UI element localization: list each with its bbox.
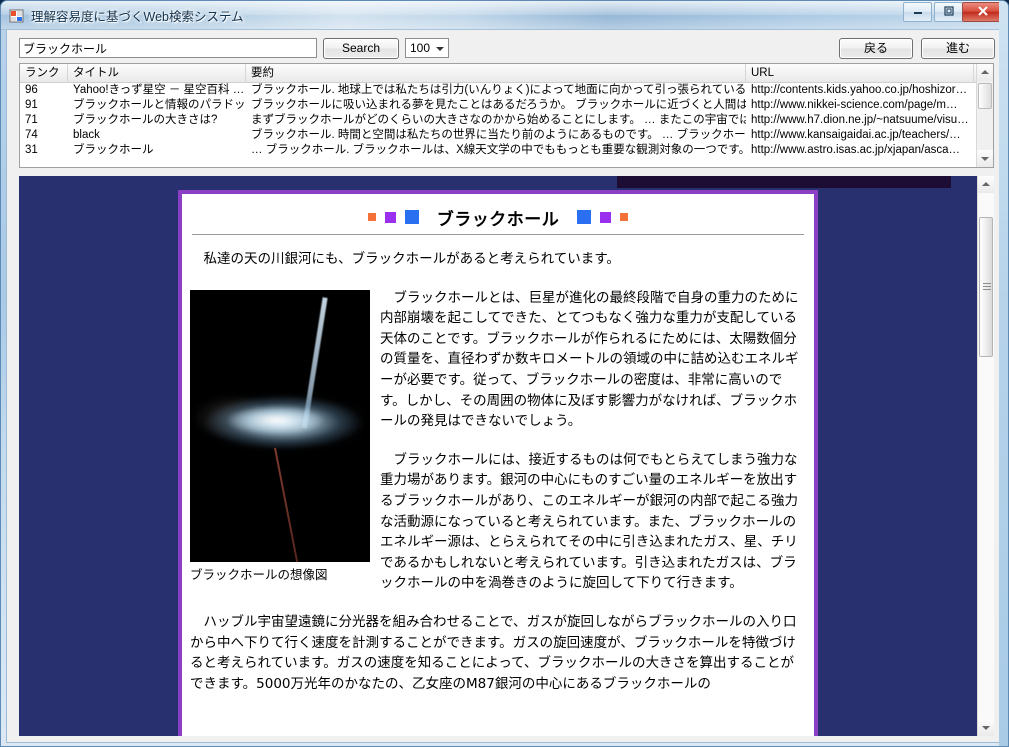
document-viewer[interactable]: ブラックホール 私達の天の川銀河にも、ブラックホールがあると考えられています。 [19, 176, 994, 736]
paragraph-1: 私達の天の川銀河にも、ブラックホールがあると考えられています。 [203, 251, 620, 267]
close-icon [963, 5, 1003, 20]
minimize-button[interactable] [903, 2, 932, 22]
black-hole-image [190, 289, 370, 562]
cell-rank: 71 [25, 114, 38, 126]
figure: ブラックホールの想像図 [190, 289, 370, 586]
cell-rank: 91 [25, 99, 38, 111]
title-bar[interactable]: 理解容易度に基づくWeb検索システム [1, 1, 1008, 30]
grid-scroll-down-button[interactable] [977, 150, 993, 167]
search-button[interactable]: Search [323, 38, 399, 59]
grid-scrollbar-thumb[interactable] [978, 83, 992, 109]
chevron-down-icon [436, 47, 444, 51]
cell-summary: ブラックホール. 地球上では私たちは引力(いんりょく)によって地面に向かって引っ… [251, 84, 746, 96]
table-row[interactable]: 96 Yahoo!きっず星空 － 星空百科 … ブラックホール. 地球上では私た… [20, 83, 993, 98]
table-row[interactable]: 71 ブラックホールの大きさは? まずブラックホールがどのくらいの大きさなのかか… [20, 113, 993, 128]
heading-divider [192, 234, 804, 235]
back-button[interactable]: 戻る [839, 38, 913, 59]
search-input[interactable] [19, 38, 317, 58]
scrollbar-grip-icon [983, 283, 991, 290]
figure-caption: ブラックホールの想像図 [190, 566, 328, 582]
cell-title: Yahoo!きっず星空 － 星空百科 … [73, 84, 245, 96]
page-title: ブラックホール [436, 209, 560, 230]
result-count-select[interactable]: 100 [405, 38, 449, 58]
viewer-scroll-down-button[interactable] [978, 719, 994, 736]
document-content: ブラックホール 私達の天の川銀河にも、ブラックホールがあると考えられています。 [182, 194, 814, 736]
viewer-scrollbar-thumb[interactable] [979, 217, 993, 357]
deco-square-orange-small-left [367, 213, 376, 221]
column-header-title[interactable]: タイトル [68, 64, 246, 83]
viewer-top-band [617, 176, 951, 188]
cell-url: http://contents.kids.yahoo.co.jp/hoshizo… [751, 84, 968, 96]
triangle-down-icon [982, 726, 990, 730]
cell-rank: 31 [25, 144, 38, 156]
deco-square-purple-medium-left [384, 211, 396, 223]
maximize-icon [935, 5, 962, 20]
app-window-icon [9, 8, 25, 24]
cell-url: http://www.h7.dion.ne.jp/~natsuume/visu… [751, 114, 969, 126]
column-header-summary[interactable]: 要約 [246, 64, 746, 83]
document-heading-row: ブラックホール [190, 200, 806, 234]
viewer-scroll-up-button[interactable] [978, 176, 994, 193]
application-window: 理解容易度に基づくWeb検索システム ブラックホール Search 100 戻る… [0, 0, 1009, 747]
deco-square-purple-medium-right [600, 211, 612, 223]
deco-square-orange-small-right [620, 213, 629, 221]
client-area: Search 100 戻る 進む ランク タイトル 要約 URL 96 Yaho… [6, 30, 1005, 743]
triangle-up-icon [981, 70, 989, 74]
viewer-vertical-scrollbar[interactable] [977, 176, 994, 736]
column-header-url[interactable]: URL [746, 64, 974, 83]
cell-url: http://www.kansaigaidai.ac.jp/teachers/… [751, 129, 961, 141]
table-row[interactable]: 91 ブラックホールと情報のパラドックス… ブラックホールに吸い込まれる夢を見た… [20, 98, 993, 113]
grid-vertical-scrollbar[interactable] [976, 64, 993, 167]
cell-title: ブラックホールの大きさは? [73, 114, 218, 126]
paragraph-4: ハッブル宇宙望遠鏡に分光器を組み合わせることで、ガスが旋回しながらブラックホール… [190, 613, 797, 692]
cell-url: http://www.astro.isas.ac.jp/xjapan/asca… [751, 144, 961, 156]
result-count-value: 100 [410, 41, 431, 55]
triangle-down-icon [981, 157, 989, 161]
table-row[interactable]: 74 black ブラックホール. 時間と空間は私たちの世界に当たり前のようにあ… [20, 128, 993, 143]
search-toolbar: Search 100 戻る 進む [7, 30, 1004, 63]
image-core-layer [218, 401, 338, 438]
cell-summary: … ブラックホール. ブラックホールは、X線天文学の中でももっとも重要な観測対象… [251, 144, 746, 156]
cell-title: ブラックホール [73, 144, 154, 156]
table-row[interactable]: 31 ブラックホール … ブラックホール. ブラックホールは、X線天文学の中でも… [20, 143, 993, 158]
minimize-icon [904, 5, 931, 20]
grid-body: 96 Yahoo!きっず星空 － 星空百科 … ブラックホール. 地球上では私た… [20, 83, 993, 167]
search-results-grid[interactable]: ランク タイトル 要約 URL 96 Yahoo!きっず星空 － 星空百科 … … [19, 63, 994, 168]
cell-title: ブラックホールと情報のパラドックス… [73, 99, 246, 111]
cell-summary: まずブラックホールがどのくらいの大きさなのかから始めることにします。 … またこ… [251, 114, 746, 126]
document-page: ブラックホール 私達の天の川銀河にも、ブラックホールがあると考えられています。 [178, 190, 818, 736]
cell-summary: ブラックホールに吸い込まれる夢を見たことはあるだろうか。 ブラックホールに近づく… [251, 99, 746, 111]
deco-square-blue-large-left [404, 210, 419, 224]
column-header-rank[interactable]: ランク [20, 64, 68, 83]
grid-header-row: ランク タイトル 要約 URL [20, 64, 993, 83]
deco-square-blue-large-right [577, 210, 592, 224]
maximize-button[interactable] [934, 2, 963, 22]
forward-button[interactable]: 進む [921, 38, 995, 59]
window-right-edge [999, 1, 1008, 746]
image-streak-layer [274, 447, 299, 562]
triangle-up-icon [982, 182, 990, 186]
cell-title: black [73, 129, 100, 141]
cell-summary: ブラックホール. 時間と空間は私たちの世界に当たり前のようにあるものです。 … … [251, 129, 746, 141]
close-button[interactable] [962, 2, 1004, 22]
cell-url: http://www.nikkei-science.com/page/m… [751, 99, 958, 111]
document-body: 私達の天の川銀河にも、ブラックホールがあると考えられています。 ブラックホールの… [190, 249, 806, 694]
grid-scroll-up-button[interactable] [977, 64, 993, 81]
window-title: 理解容易度に基づくWeb検索システム [31, 10, 244, 24]
cell-rank: 96 [25, 84, 38, 96]
cell-rank: 74 [25, 129, 38, 141]
